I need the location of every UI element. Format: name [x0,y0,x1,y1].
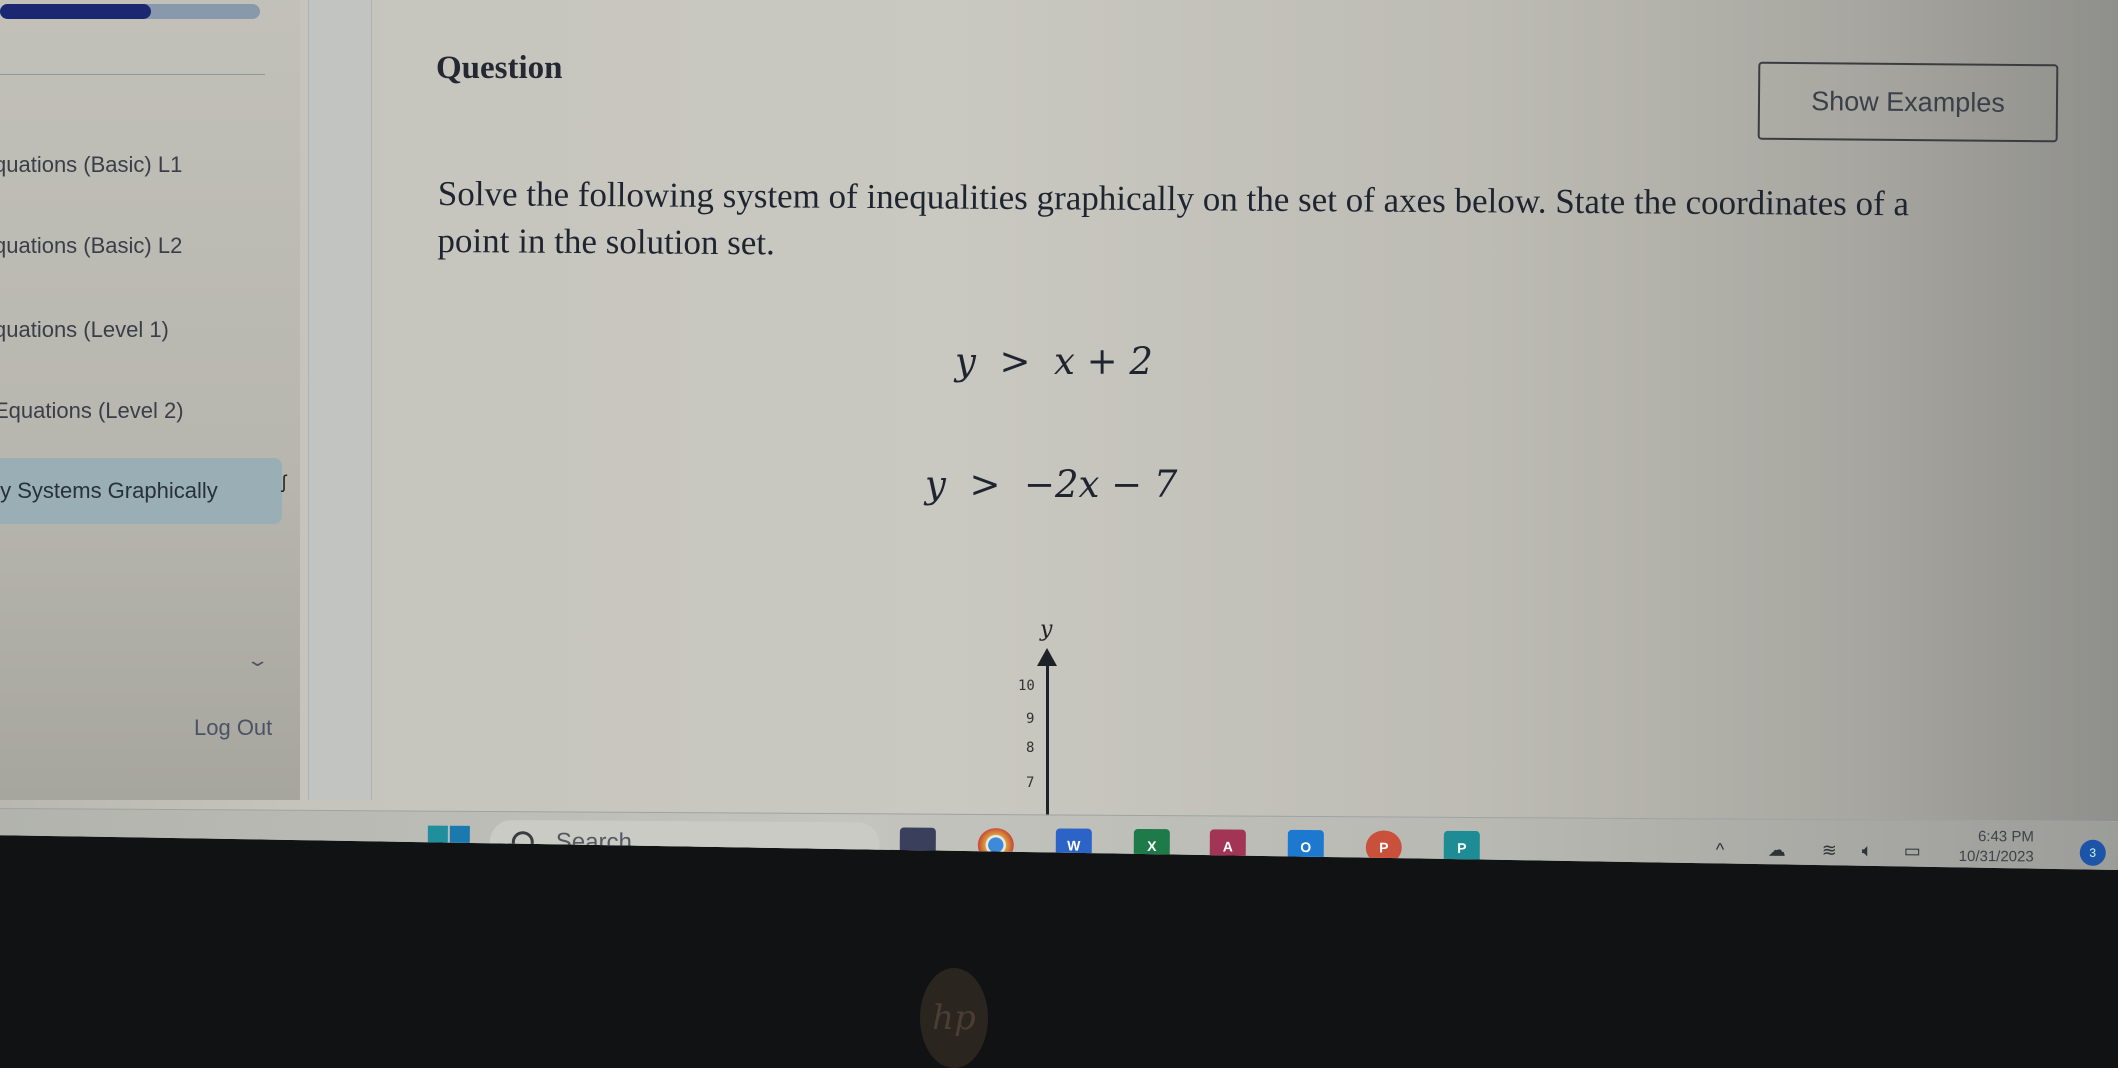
sidebar-item-label: ty Systems Graphically [0,478,218,503]
clock-date: 10/31/2023 [1958,847,2034,866]
sidebar-divider [0,74,265,75]
log-out-link[interactable]: Log Out [194,715,272,741]
publisher-icon[interactable]: P [1443,830,1480,866]
taskbar-clock[interactable]: 6:43 PM 10/31/2023 [1950,827,2034,868]
search-icon [511,831,534,854]
excel-icon[interactable]: X [1133,828,1170,864]
y-tick-label: 7 [1026,775,1035,791]
question-heading: Question [436,50,563,86]
sidebar-item-label: quations (Basic) L2 [0,233,183,258]
sidebar-item-label: Equations (Level 2) [0,398,184,423]
y-tick-label: 8 [1026,740,1035,756]
sidebar-item-equations-basic-l1[interactable]: quations (Basic) L1 [0,132,282,198]
progress-bar [0,4,260,19]
outlook-icon[interactable]: O [1287,829,1324,865]
y-tick-label: 10 [1018,678,1035,694]
task-view-icon[interactable] [899,827,936,862]
start-button[interactable] [427,825,470,868]
search-placeholder: Search [555,828,632,856]
inequality-2: y > −2x − 7 [925,463,1177,506]
notification-badge[interactable]: 3 [2079,839,2106,866]
inequality-operator: > [969,463,1001,506]
inequality-rhs: −2x − 7 [1023,463,1178,506]
battery-icon[interactable]: ▭ [1904,841,1921,862]
sidebar-item-inequality-systems-graphically[interactable]: ty Systems Graphically ʃ [0,458,286,524]
inequality-rhs: x + 2 [1053,340,1153,383]
access-icon[interactable]: A [1209,829,1246,864]
sidebar: quations (Basic) L1 quations (Basic) L2 … [0,0,300,800]
sidebar-item-label: quations (Level 1) [0,317,169,342]
inequality-lhs: y [925,463,946,506]
powerpoint-icon[interactable]: P [1365,830,1402,865]
y-axis-label: y [1040,617,1053,642]
tray-overflow-icon[interactable]: ^ [1716,839,1725,860]
inequality-1: y > x + 2 [955,340,1153,383]
sidebar-item-label: quations (Basic) L1 [0,152,183,177]
onedrive-icon[interactable]: ☁ [1768,840,1786,861]
graph-axes[interactable]: y 10 9 8 7 [990,610,1110,820]
sidebar-item-equations-level-1[interactable]: quations (Level 1) [0,297,282,363]
taskbar-search-input[interactable]: Search [489,819,880,867]
word-icon[interactable]: W [1055,828,1092,863]
chrome-icon[interactable] [977,827,1014,863]
hp-logo-icon: hp [920,968,988,1068]
chevron-down-icon[interactable]: ⌄ [245,650,269,671]
windows-logo-icon [427,847,448,868]
clock-time: 6:43 PM [1977,828,2034,846]
sidebar-item-equations-level-2[interactable]: Equations (Level 2) [0,378,282,444]
windows-logo-icon [449,825,470,846]
question-prompt: Solve the following system of inequaliti… [437,173,1910,263]
inequality-lhs: y [955,340,976,383]
inequality-operator: > [999,340,1031,383]
y-tick-label: 9 [1026,711,1035,727]
show-examples-button[interactable]: Show Examples [1757,61,2059,143]
progress-bar-fill [0,4,151,19]
laptop-screen: quations (Basic) L1 quations (Basic) L2 … [0,0,2118,870]
running-indicator [984,869,1007,870]
volume-icon[interactable]: 🔈︎ [1862,840,1873,861]
sidebar-scroll-strip [308,0,372,800]
windows-taskbar: Search W X A O P P ^ ☁ ≋ 🔈︎ ▭ 6:43 PM 10… [0,808,2118,870]
windows-logo-icon [449,847,470,868]
wifi-icon[interactable]: ≋ [1822,840,1837,861]
windows-logo-icon [427,825,448,846]
sidebar-item-equations-basic-l2[interactable]: quations (Basic) L2 [0,213,282,279]
y-axis-line [1046,660,1049,820]
